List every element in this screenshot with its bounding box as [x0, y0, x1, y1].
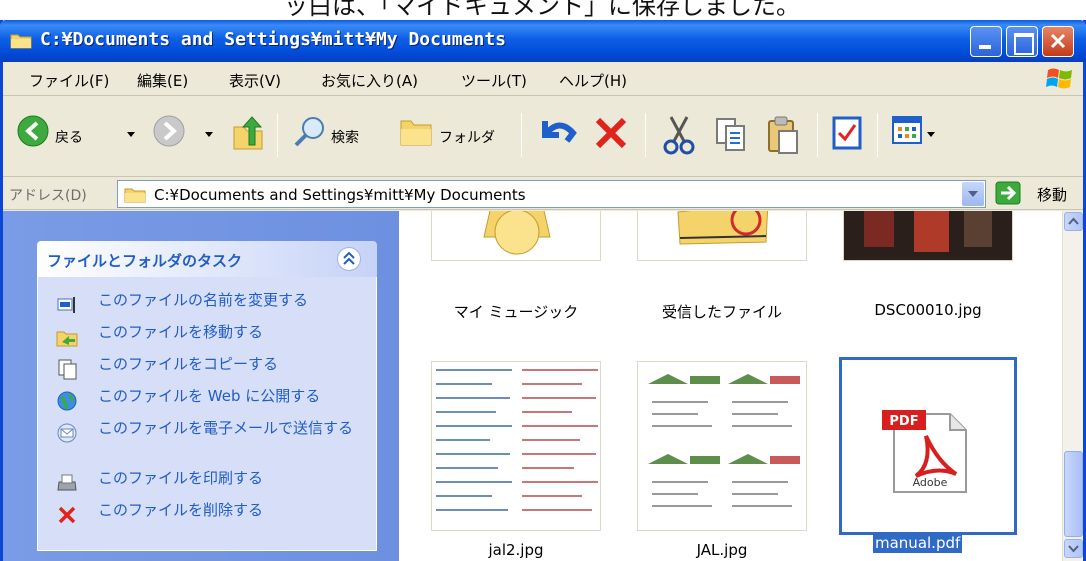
address-bar: アドレス(D) C:¥Documents and Settings¥mitt¥M…	[3, 177, 1083, 210]
windows-logo-icon	[1046, 68, 1072, 89]
window-title: C:¥Documents and Settings¥mitt¥My Docume…	[40, 29, 506, 50]
toolbar-separator	[521, 113, 522, 157]
close-button[interactable]	[1042, 26, 1074, 57]
paste-icon[interactable]	[765, 115, 801, 155]
file-name[interactable]: JAL.jpg	[637, 541, 807, 559]
received-files-folder-icon	[677, 211, 769, 245]
chevron-up-icon	[1068, 217, 1079, 225]
address-value[interactable]: C:¥Documents and Settings¥mitt¥My Docume…	[154, 186, 526, 204]
toolbar-separator	[877, 113, 878, 157]
printer-icon	[57, 474, 77, 491]
pdf-badge-text: PDF	[889, 414, 918, 429]
delete-icon	[58, 506, 76, 524]
caption-strip: ッ白は、「マイドキュメント」に保存しました。	[0, 0, 1086, 20]
vertical-scrollbar[interactable]	[1062, 211, 1083, 561]
file-view: マイ ミュージック 受信したファイル DSC00010.jpg jal2.jpg…	[399, 211, 1062, 561]
menu-edit[interactable]: 編集(E)	[137, 70, 188, 91]
email-icon	[57, 423, 77, 443]
adobe-text: Adobe	[913, 476, 948, 489]
move-icon	[56, 331, 78, 347]
delete-icon[interactable]	[593, 115, 629, 151]
properties-icon[interactable]	[831, 115, 863, 151]
task-panel-title: ファイルとフォルダのタスク	[47, 252, 243, 270]
task-pane: ファイルとフォルダのタスク このファイルの名前を変更する このファイルを移動する…	[3, 211, 399, 561]
menu-view[interactable]: 表示(V)	[229, 70, 281, 91]
file-thumbnail[interactable]	[637, 361, 807, 531]
rename-icon	[57, 297, 75, 313]
document-thumbnail-image	[432, 362, 600, 530]
scroll-up-button[interactable]	[1064, 212, 1083, 231]
file-thumbnail[interactable]	[843, 211, 1013, 261]
task-panel-body: このファイルの名前を変更する このファイルを移動する このファイルをコピーする	[37, 277, 377, 551]
document-thumbnail-image	[638, 362, 806, 530]
back-label[interactable]: 戻る	[55, 127, 83, 147]
menu-file[interactable]: ファイル(F)	[29, 70, 109, 91]
file-name[interactable]: 受信したファイル	[637, 301, 807, 322]
back-arrow-icon[interactable]	[17, 115, 49, 147]
task-label[interactable]: このファイルを Web に公開する	[98, 387, 368, 406]
back-dropdown-icon[interactable]	[127, 132, 135, 137]
up-folder-icon[interactable]	[231, 115, 265, 151]
file-thumbnail-selected[interactable]: PDF Adobe	[839, 357, 1017, 535]
folders-label[interactable]: フォルダ	[439, 127, 495, 147]
task-label[interactable]: このファイルを印刷する	[98, 469, 368, 488]
file-thumbnail[interactable]	[431, 211, 601, 261]
menu-bar: ファイル(F) 編集(E) 表示(V) お気に入り(A) ツール(T) ヘルプ(…	[3, 62, 1083, 96]
copy-icon[interactable]	[713, 115, 749, 153]
cut-icon[interactable]	[661, 115, 697, 155]
photo-thumbnail-image	[844, 211, 1012, 260]
toolbar-separator	[277, 113, 278, 157]
address-label: アドレス(D)	[9, 188, 87, 204]
toolbar-separator	[817, 113, 818, 157]
search-label[interactable]: 検索	[331, 127, 359, 147]
task-panel-header[interactable]: ファイルとフォルダのタスク	[37, 241, 377, 277]
file-name[interactable]: マイ ミュージック	[431, 301, 601, 322]
copy-icon	[58, 359, 77, 380]
undo-icon[interactable]	[537, 115, 579, 151]
views-dropdown-icon[interactable]	[927, 132, 935, 137]
music-folder-icon	[483, 211, 551, 255]
menu-tools[interactable]: ツール(T)	[461, 70, 527, 91]
address-field[interactable]: C:¥Documents and Settings¥mitt¥My Docume…	[117, 180, 986, 208]
maximize-button[interactable]	[1006, 26, 1038, 57]
folders-icon[interactable]	[399, 115, 433, 147]
menu-help[interactable]: ヘルプ(H)	[559, 70, 627, 91]
toolbar: 戻る 検索 フォルダ	[3, 97, 1083, 177]
folder-icon	[10, 34, 32, 49]
forward-arrow-icon[interactable]	[153, 115, 185, 147]
globe-icon	[57, 391, 77, 411]
forward-dropdown-icon[interactable]	[205, 132, 213, 137]
file-thumbnail[interactable]	[637, 211, 807, 261]
title-bar[interactable]: C:¥Documents and Settings¥mitt¥My Docume…	[0, 20, 1086, 62]
file-name[interactable]: DSC00010.jpg	[843, 301, 1013, 319]
task-label[interactable]: このファイルをコピーする	[98, 355, 368, 374]
file-thumbnail[interactable]	[431, 361, 601, 531]
menu-favorites[interactable]: お気に入り(A)	[321, 70, 418, 91]
pdf-file-icon: PDF Adobe	[882, 410, 967, 493]
task-label[interactable]: このファイルを電子メールで送信する	[98, 419, 368, 438]
task-label[interactable]: このファイルの名前を変更する	[98, 291, 368, 310]
file-name[interactable]: jal2.jpg	[431, 541, 601, 559]
toolbar-separator	[645, 113, 646, 157]
go-button-label[interactable]: 移動	[1037, 184, 1067, 205]
close-icon	[1050, 33, 1066, 49]
go-arrow-icon[interactable]	[995, 181, 1021, 205]
scroll-down-button[interactable]	[1064, 539, 1083, 558]
folder-icon	[124, 188, 146, 203]
views-icon[interactable]	[891, 115, 923, 145]
address-dropdown-button[interactable]	[962, 182, 984, 206]
scroll-thumb[interactable]	[1064, 451, 1083, 537]
task-label[interactable]: このファイルを削除する	[98, 501, 368, 520]
explorer-window: C:¥Documents and Settings¥mitt¥My Docume…	[0, 20, 1086, 561]
chevron-up-icon	[343, 251, 355, 265]
file-name-selected[interactable]: manual.pdf	[873, 533, 963, 553]
file-folder-tasks-panel: ファイルとフォルダのタスク このファイルの名前を変更する このファイルを移動する…	[37, 241, 377, 551]
search-icon[interactable]	[293, 115, 327, 149]
task-label[interactable]: このファイルを移動する	[98, 323, 368, 342]
minimize-button[interactable]	[970, 26, 1002, 57]
collapse-button[interactable]	[337, 247, 361, 271]
caption-text: ッ白は、「マイドキュメント」に保存しました。	[260, 0, 800, 20]
chevron-down-icon	[1068, 545, 1079, 553]
